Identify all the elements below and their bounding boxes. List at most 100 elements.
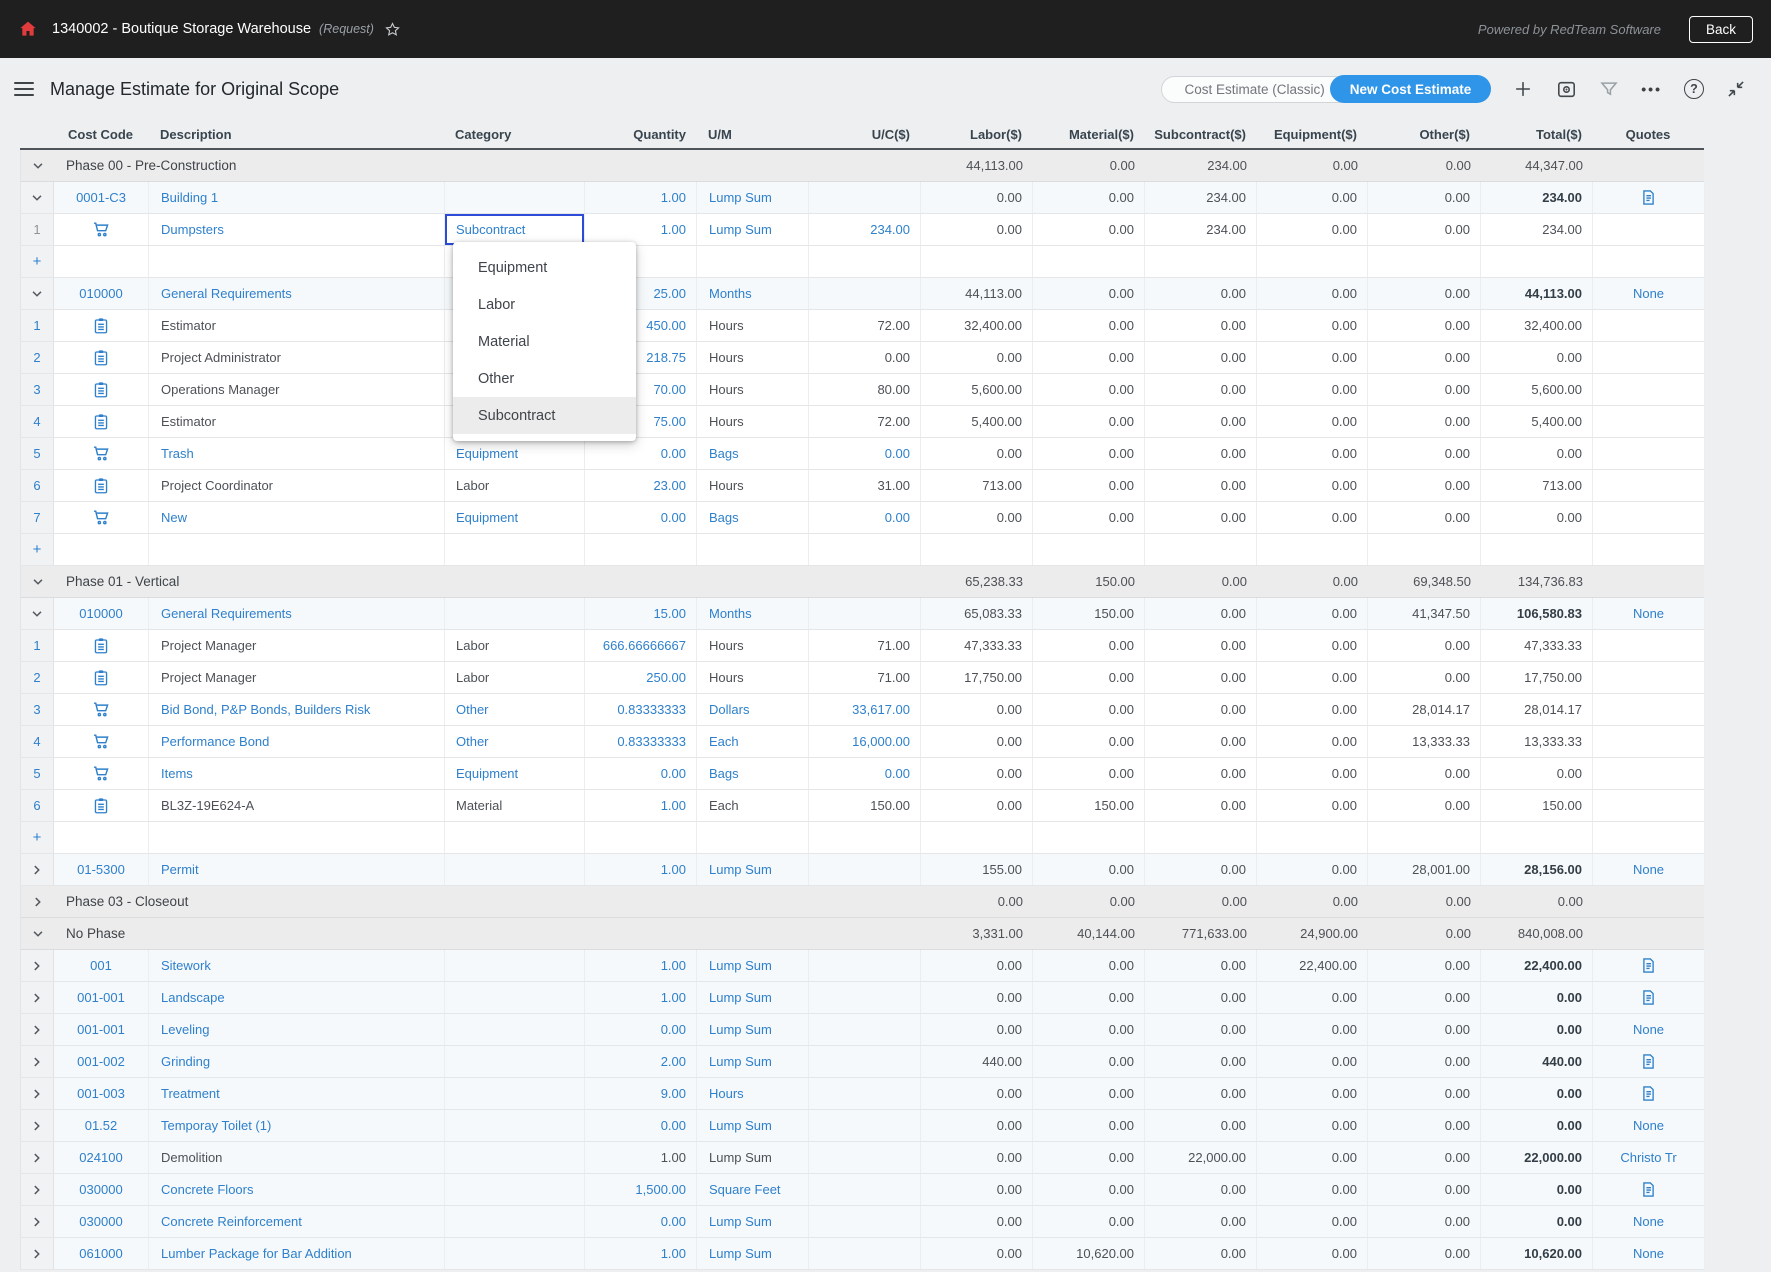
- category-cell[interactable]: [445, 1174, 585, 1205]
- dropdown-option-labor[interactable]: Labor: [453, 286, 636, 323]
- um-cell[interactable]: Lump Sum: [697, 214, 809, 245]
- category-cell[interactable]: [445, 854, 585, 885]
- quantity-cell[interactable]: 0.00: [585, 1014, 697, 1045]
- quote-doc-icon[interactable]: [1640, 957, 1657, 974]
- group-collapse-toggle[interactable]: [21, 1206, 54, 1237]
- category-cell[interactable]: Other: [445, 694, 585, 725]
- uc-cell[interactable]: 33,617.00: [809, 694, 921, 725]
- dropdown-option-other[interactable]: Other: [453, 360, 636, 397]
- category-cell[interactable]: Equipment: [445, 758, 585, 789]
- chevron-right-icon[interactable]: [30, 1183, 44, 1197]
- filter-icon[interactable]: [1599, 79, 1619, 99]
- quotes-link[interactable]: None: [1593, 1238, 1705, 1269]
- phase-collapse-toggle[interactable]: [21, 150, 54, 181]
- um-cell[interactable]: Lump Sum: [697, 1110, 809, 1141]
- add-line-button[interactable]: +: [21, 534, 54, 565]
- uc-cell[interactable]: 31.00: [809, 470, 921, 501]
- uc-cell[interactable]: 150.00: [809, 790, 921, 821]
- uc-cell[interactable]: 72.00: [809, 406, 921, 437]
- quantity-cell[interactable]: 1,500.00: [585, 1174, 697, 1205]
- chevron-down-icon[interactable]: [31, 575, 45, 589]
- chevron-right-icon[interactable]: [30, 991, 44, 1005]
- description-cell[interactable]: Project Coordinator: [149, 470, 445, 501]
- quantity-cell[interactable]: 0.00: [585, 438, 697, 469]
- quantity-cell[interactable]: 1.00: [585, 790, 697, 821]
- quotes-link[interactable]: None: [1593, 598, 1705, 629]
- description-link[interactable]: General Requirements: [149, 598, 445, 629]
- description-link[interactable]: Concrete Floors: [149, 1174, 445, 1205]
- um-cell[interactable]: Lump Sum: [697, 854, 809, 885]
- category-cell[interactable]: Labor: [445, 662, 585, 693]
- quantity-cell[interactable]: 1.00: [585, 1238, 697, 1269]
- chevron-down-icon[interactable]: [31, 159, 45, 173]
- description-cell[interactable]: Project Manager: [149, 662, 445, 693]
- description-cell[interactable]: Bid Bond, P&P Bonds, Builders Risk: [149, 694, 445, 725]
- quantity-cell[interactable]: 0.00: [585, 758, 697, 789]
- um-cell[interactable]: Square Feet: [697, 1174, 809, 1205]
- um-cell[interactable]: Each: [697, 790, 809, 821]
- category-cell[interactable]: Material: [445, 790, 585, 821]
- description-cell[interactable]: Estimator: [149, 310, 445, 341]
- category-cell[interactable]: [445, 1046, 585, 1077]
- um-cell[interactable]: Hours: [697, 406, 809, 437]
- uc-cell[interactable]: 234.00: [809, 214, 921, 245]
- cost-code-link[interactable]: 001-003: [54, 1078, 149, 1109]
- chevron-right-icon[interactable]: [30, 1087, 44, 1101]
- chevron-right-icon[interactable]: [30, 1023, 44, 1037]
- category-cell[interactable]: [445, 1142, 585, 1173]
- uc-cell[interactable]: 0.00: [809, 342, 921, 373]
- um-cell[interactable]: Lump Sum: [697, 1238, 809, 1269]
- quote-doc-icon[interactable]: [1640, 989, 1657, 1006]
- chevron-right-icon[interactable]: [30, 1215, 44, 1229]
- quantity-cell[interactable]: 1.00: [585, 182, 697, 213]
- description-link[interactable]: Landscape: [149, 982, 445, 1013]
- cost-code-link[interactable]: 001-001: [54, 982, 149, 1013]
- quantity-cell[interactable]: 1.00: [585, 854, 697, 885]
- category-cell[interactable]: Labor: [445, 470, 585, 501]
- description-link[interactable]: Grinding: [149, 1046, 445, 1077]
- category-cell[interactable]: [445, 182, 585, 213]
- um-cell[interactable]: Bags: [697, 502, 809, 533]
- cost-code-link[interactable]: 010000: [54, 598, 149, 629]
- um-cell[interactable]: Lump Sum: [697, 982, 809, 1013]
- group-collapse-toggle[interactable]: [21, 598, 54, 629]
- um-cell[interactable]: Bags: [697, 438, 809, 469]
- quantity-cell[interactable]: 1.00: [585, 950, 697, 981]
- cost-code-link[interactable]: 030000: [54, 1174, 149, 1205]
- phase-collapse-toggle[interactable]: [21, 566, 54, 597]
- description-link[interactable]: Treatment: [149, 1078, 445, 1109]
- group-collapse-toggle[interactable]: [21, 1142, 54, 1173]
- chevron-down-icon[interactable]: [30, 191, 44, 205]
- quantity-cell[interactable]: 15.00: [585, 598, 697, 629]
- chevron-right-icon[interactable]: [30, 959, 44, 973]
- um-cell[interactable]: Bags: [697, 758, 809, 789]
- description-cell[interactable]: BL3Z-19E624-A: [149, 790, 445, 821]
- quantity-cell[interactable]: 666.66666667: [585, 630, 697, 661]
- category-cell[interactable]: [445, 1014, 585, 1045]
- add-line-plus-icon[interactable]: +: [33, 254, 42, 269]
- uc-cell[interactable]: 0.00: [809, 502, 921, 533]
- description-link[interactable]: Temporay Toilet (1): [149, 1110, 445, 1141]
- quotes-link[interactable]: None: [1593, 278, 1705, 309]
- category-cell[interactable]: [445, 1078, 585, 1109]
- um-cell[interactable]: Lump Sum: [697, 1046, 809, 1077]
- description-cell[interactable]: Performance Bond: [149, 726, 445, 757]
- description-link[interactable]: Leveling: [149, 1014, 445, 1045]
- cost-code-link[interactable]: 061000: [54, 1238, 149, 1269]
- add-line-plus-icon[interactable]: +: [33, 542, 42, 557]
- um-cell[interactable]: Hours: [697, 310, 809, 341]
- chevron-right-icon[interactable]: [30, 1055, 44, 1069]
- um-cell[interactable]: Lump Sum: [697, 182, 809, 213]
- back-button[interactable]: Back: [1689, 16, 1753, 43]
- uc-cell[interactable]: 80.00: [809, 374, 921, 405]
- cost-code-link[interactable]: 010000: [54, 278, 149, 309]
- uc-cell[interactable]: 16,000.00: [809, 726, 921, 757]
- group-collapse-toggle[interactable]: [21, 1110, 54, 1141]
- description-link[interactable]: Demolition: [149, 1142, 445, 1173]
- more-options-icon[interactable]: •••: [1641, 81, 1662, 97]
- quantity-cell[interactable]: 2.00: [585, 1046, 697, 1077]
- cost-code-link[interactable]: 0001-C3: [54, 182, 149, 213]
- category-cell[interactable]: [445, 950, 585, 981]
- description-cell[interactable]: New: [149, 502, 445, 533]
- phase-collapse-toggle[interactable]: [21, 918, 54, 949]
